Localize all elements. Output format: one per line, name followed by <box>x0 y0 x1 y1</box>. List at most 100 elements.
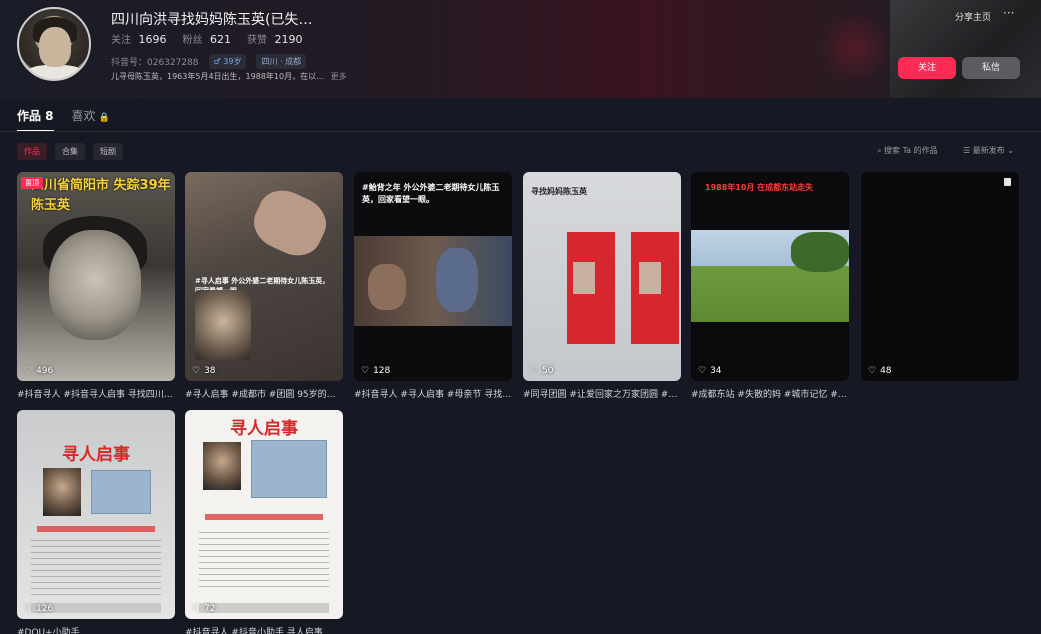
notice-title: 寻人启事 <box>230 419 298 439</box>
stat-label: 获赞 <box>247 35 267 46</box>
heart-icon: ♡ <box>361 366 370 376</box>
stat-following[interactable]: 关注 1696 <box>111 31 167 46</box>
image-post-icon <box>1004 178 1011 186</box>
video-caption[interactable]: #成都东站 #失散的妈 #城市记忆 #… <box>691 387 849 400</box>
notice-footer <box>199 603 329 613</box>
like-value: 38 <box>204 366 216 376</box>
more-options-icon[interactable]: ··· <box>1003 6 1014 20</box>
video-caption[interactable]: #抖音寻人 #寻人启事 #母亲节 寻找… <box>354 387 512 400</box>
stat-value: 2190 <box>274 33 303 46</box>
tab-likes[interactable]: 喜欢 🔒 <box>72 107 110 132</box>
age-tag: ♂ 39岁 <box>208 54 247 69</box>
tab-divider <box>0 131 1041 132</box>
tab-works[interactable]: 作品 8 <box>17 107 54 132</box>
video-card[interactable]: 寻人启事 ♡ 72 <box>185 410 343 619</box>
portrait-inset <box>195 290 251 360</box>
location-tag: 四川 · 成都 <box>256 54 307 69</box>
video-overlay-text: #鲐背之年 外公外婆二老期待女儿陈玉英，回家看望一眼。 <box>362 183 500 204</box>
portrait-face <box>49 230 141 340</box>
stat-followers[interactable]: 粉丝 621 <box>183 31 232 46</box>
notice-highlight <box>205 514 323 520</box>
share-profile-button[interactable]: 分享主页 <box>955 10 991 23</box>
bio-more-link[interactable]: 更多 <box>331 72 347 81</box>
like-value: 496 <box>36 366 54 376</box>
like-value: 48 <box>880 366 892 376</box>
stat-value: 1696 <box>138 33 167 46</box>
notice-highlight <box>37 526 155 532</box>
like-count: ♡ 128 <box>361 366 390 376</box>
search-works-input[interactable]: ⌕ 搜索 Ta 的作品 <box>877 145 938 156</box>
heart-icon: ♡ <box>192 604 201 614</box>
stat-label: 关注 <box>111 35 131 46</box>
like-count: ♡ 38 <box>192 366 216 376</box>
video-card[interactable]: #寻人启事 外公外婆二老期待女儿陈玉英，回家看望一眼 ♡38 <box>185 172 343 381</box>
grass-image <box>691 266 849 322</box>
video-card[interactable]: 寻找妈妈陈玉英 ♡ 50 <box>523 172 681 381</box>
filter-collections[interactable]: 合集 <box>55 143 85 160</box>
stat-likes: 获赞 2190 <box>247 31 303 46</box>
avatar[interactable] <box>17 7 91 81</box>
video-card[interactable]: 寻人启事 ♡ 126 <box>17 410 175 619</box>
notice-photo <box>203 442 241 490</box>
notice-title: 寻人启事 <box>62 445 130 465</box>
profile-bio: 儿寻母陈玉英，1963年5月4日出生，1988年10月，在以… 更多 <box>111 71 347 82</box>
heart-icon: ♡ <box>24 604 33 614</box>
notice-id-card <box>91 470 151 514</box>
like-count: ♡ 496 <box>24 366 53 376</box>
profile-meta: 抖音号：026327288 ♂ 39岁 四川 · 成都 <box>111 54 307 69</box>
avatar-shirt <box>25 65 85 79</box>
follow-button[interactable]: 关注 <box>898 57 956 79</box>
like-value: 128 <box>373 366 391 376</box>
video-caption[interactable]: #DOU+小助手 <box>17 625 175 634</box>
like-count: ♡ 72 <box>192 604 216 614</box>
hand-image <box>246 181 334 265</box>
video-card[interactable]: 1988年10月 在成都东站走失 ♡ 34 <box>691 172 849 381</box>
video-card[interactable]: 四川省简阳市 失踪39年陈玉英 置顶 ♡ 496 <box>17 172 175 381</box>
video-caption[interactable]: #抖音寻人 #抖音小助手 寻人启事 <box>185 625 343 634</box>
heart-icon: ♡ <box>192 366 201 376</box>
content-filters: 作品 合集 短剧 <box>17 143 123 160</box>
video-caption[interactable]: #抖音寻人 #抖音寻人启事 寻找四川… <box>17 387 175 400</box>
lock-icon: 🔒 <box>98 113 110 123</box>
filter-short-dramas[interactable]: 短剧 <box>93 143 123 160</box>
like-count: ♡ 34 <box>698 366 722 376</box>
sort-dropdown[interactable]: ☰ 最新发布 ⌄ <box>963 145 1014 156</box>
stat-value: 621 <box>210 33 231 46</box>
heart-icon: ♡ <box>530 366 539 376</box>
video-caption[interactable]: #寻人启事 #成都市 #团圆 95岁的外… <box>185 387 343 400</box>
tab-label: 喜欢 <box>71 109 96 123</box>
heart-icon: ♡ <box>24 366 33 376</box>
like-value: 50 <box>542 366 554 376</box>
heart-icon: ♡ <box>868 366 877 376</box>
like-count: ♡ 50 <box>530 366 554 376</box>
filter-works[interactable]: 作品 <box>17 143 47 160</box>
header-decoration <box>820 8 890 88</box>
message-button[interactable]: 私信 <box>962 57 1020 79</box>
profile-tabs: 作品 8 喜欢 🔒 <box>17 107 110 132</box>
stat-label: 粉丝 <box>182 35 203 46</box>
like-value: 126 <box>36 604 54 614</box>
video-card[interactable]: ♡ 48 <box>861 172 1019 381</box>
heart-icon: ♡ <box>698 366 707 376</box>
avatar-face <box>39 27 71 67</box>
profile-name: 四川向洪寻找妈妈陈玉英(已失… <box>111 12 313 28</box>
poster-photo <box>639 262 661 294</box>
like-value: 34 <box>710 366 722 376</box>
video-caption[interactable]: #同寻团圆 #让爱回家之万家团圆 #… <box>523 387 681 400</box>
notice-body-text <box>31 540 161 600</box>
like-value: 72 <box>204 604 216 614</box>
notice-photo <box>43 468 81 516</box>
video-card[interactable]: #鲐背之年 外公外婆二老期待女儿陈玉英，回家看望一眼。 ♡ 128 <box>354 172 512 381</box>
photo-person <box>436 248 478 312</box>
profile-stats: 关注 1696 粉丝 621 获赞 2190 <box>111 31 303 46</box>
pinned-badge: 置顶 <box>21 177 43 189</box>
account-id: 抖音号：026327288 <box>111 58 199 68</box>
notice-body-text <box>199 532 329 592</box>
like-count: ♡ 48 <box>868 366 892 376</box>
like-count: ♡ 126 <box>24 604 53 614</box>
trees-image <box>791 232 849 272</box>
bio-text: 儿寻母陈玉英，1963年5月4日出生，1988年10月，在以… <box>111 72 325 81</box>
video-overlay-text: 寻找妈妈陈玉英 <box>531 187 587 196</box>
notice-id-card <box>251 440 327 498</box>
video-overlay-text: 1988年10月 在成都东站走失 <box>705 183 814 192</box>
